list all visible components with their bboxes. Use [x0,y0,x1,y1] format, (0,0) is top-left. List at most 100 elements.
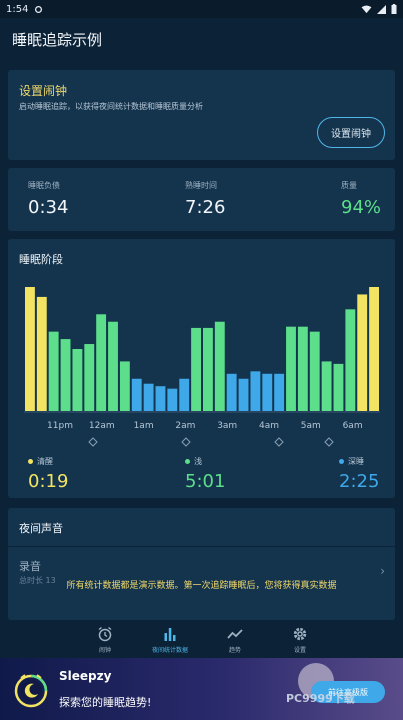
trend-icon [227,629,243,639]
stage-bar [286,326,296,411]
cycle-marker-icon [324,437,334,447]
x-tick-label: 4am [259,421,279,431]
stat-label: 睡眠负债 [28,181,60,190]
stage-bar [84,344,95,411]
cycle-marker-icon [88,437,98,447]
stage-bar [25,287,35,411]
stage-bar [262,373,273,411]
x-tick-label: 11pm [47,421,73,431]
nav-trend[interactable]: 趋势 [205,626,265,654]
stat-value: 94% [341,197,382,218]
x-tick-label: 6am [343,421,363,431]
legend-deep: 深睡 2:25 [339,456,379,492]
stage-bar [297,326,308,411]
set-alarm-button[interactable]: 设置闹钟 [317,117,385,148]
night-sound-title: 夜间声音 [19,522,63,535]
chevron-right-icon[interactable]: › [380,564,385,578]
stat-value: 0:34 [28,197,69,218]
stat-quality: 质量 94% [341,180,381,218]
promo-title: Sleepzy [59,669,112,683]
cycle-marker-icon [274,437,284,447]
stage-bar [321,361,332,411]
status-time: 1:54 [6,3,29,15]
stage-bar [119,361,130,411]
cycle-marker-icon [181,437,191,447]
stage-bar [131,378,142,411]
legend-light: 浅 5:01 [185,456,225,492]
stage-bar [36,296,47,411]
stage-bar [96,314,107,411]
premium-banner[interactable]: Sleepzy 探索您的睡眠趋势! 前往高级版 [0,658,403,720]
settings-status-icon [35,5,43,13]
alarm-card: 设置闹钟 启动睡眠追踪，以获得夜间统计数据和睡眠质量分析 设置闹钟 [8,70,395,160]
legend-value: 0:19 [28,471,69,492]
stage-bar [274,373,285,411]
recording-item[interactable]: 录音 [19,558,41,574]
nav-alarm[interactable]: 闹钟 [75,626,135,654]
stage-bar [203,327,213,411]
bottom-nav: 闹钟 夜间统计数据 趋势 设置 [0,622,403,658]
demo-data-notice: 所有统计数据都是演示数据。第一次追踪睡眠后，您将获得真实数据 [66,581,337,591]
stage-bar [155,386,166,411]
alarm-clock-icon [98,626,112,642]
legend-value: 5:01 [185,471,226,492]
nav-label: 设置 [293,647,306,654]
stage-bar [214,321,225,411]
bar-chart-icon [164,628,176,641]
alarm-card-title: 设置闹钟 [19,84,68,98]
stage-bar [48,331,59,411]
legend-dot [185,459,190,464]
stage-bar [357,294,368,411]
nav-label: 夜间统计数据 [151,647,188,654]
night-sound-card: 夜间声音 录音 总时长 13 › [8,508,395,620]
stat-label: 质量 [341,181,357,190]
wifi-icon [361,4,372,13]
alarm-card-description: 启动睡眠追踪，以获得夜间统计数据和睡眠质量分析 [19,102,203,111]
sleep-stats-card: 睡眠负债 0:34 熟睡时间 7:26 质量 94% [8,168,395,231]
stage-bar [309,331,320,411]
promo-subtitle: 探索您的睡眠趋势! [59,696,152,709]
legend-awake: 清醒 0:19 [28,456,68,492]
stage-bar [369,287,379,411]
battery-icon [391,4,397,14]
app-bar: 睡眠追踪示例 [0,18,403,60]
nav-night-stats[interactable]: 夜间统计数据 [140,626,200,654]
stage-bar [191,327,201,411]
x-tick-label: 1am [134,421,154,431]
nav-settings[interactable]: 设置 [270,626,330,654]
stat-sleep-debt: 睡眠负债 0:34 [28,180,68,218]
sleep-stages-chart: 11pm 12am 1am 2am 3am 4am 5am 6am [24,287,380,447]
x-tick-label: 3am [217,421,237,431]
sleepzy-logo-icon [14,674,48,708]
legend-label: 清醒 [37,457,53,466]
stage-bar [250,371,261,411]
stage-bar [143,383,154,411]
stat-sleep-time: 熟睡时间 7:26 [185,180,225,218]
legend-label: 浅 [194,457,202,466]
gear-icon [293,627,307,641]
sleep-stages-card: 睡眠阶段 11pm 12am 1am 2am 3am 4am 5am 6am 清醒 0:19 … [8,239,395,498]
stage-bar [167,388,178,411]
stage-bar [60,339,71,411]
stage-bar [179,378,190,411]
stage-bar [238,378,249,411]
stage-bar [72,349,83,411]
stage-bar [108,321,118,411]
stage-bar [226,373,237,411]
x-tick-label: 2am [175,421,195,431]
page-title: 睡眠追踪示例 [12,30,103,49]
x-tick-label: 12am [89,421,115,431]
signal-icon [377,4,386,14]
stat-label: 熟睡时间 [185,181,217,190]
stage-bar [345,309,356,411]
nav-label: 闹钟 [98,647,111,654]
divider [8,546,395,547]
nav-label: 趋势 [228,647,241,654]
stage-bar [333,363,344,411]
legend-dot [339,459,344,464]
x-tick-label: 5am [301,421,321,431]
status-bar: 1:54 [0,0,403,18]
legend-dot [28,459,33,464]
watermark: PC9999下载 [286,692,355,705]
legend-label: 深睡 [348,457,364,466]
